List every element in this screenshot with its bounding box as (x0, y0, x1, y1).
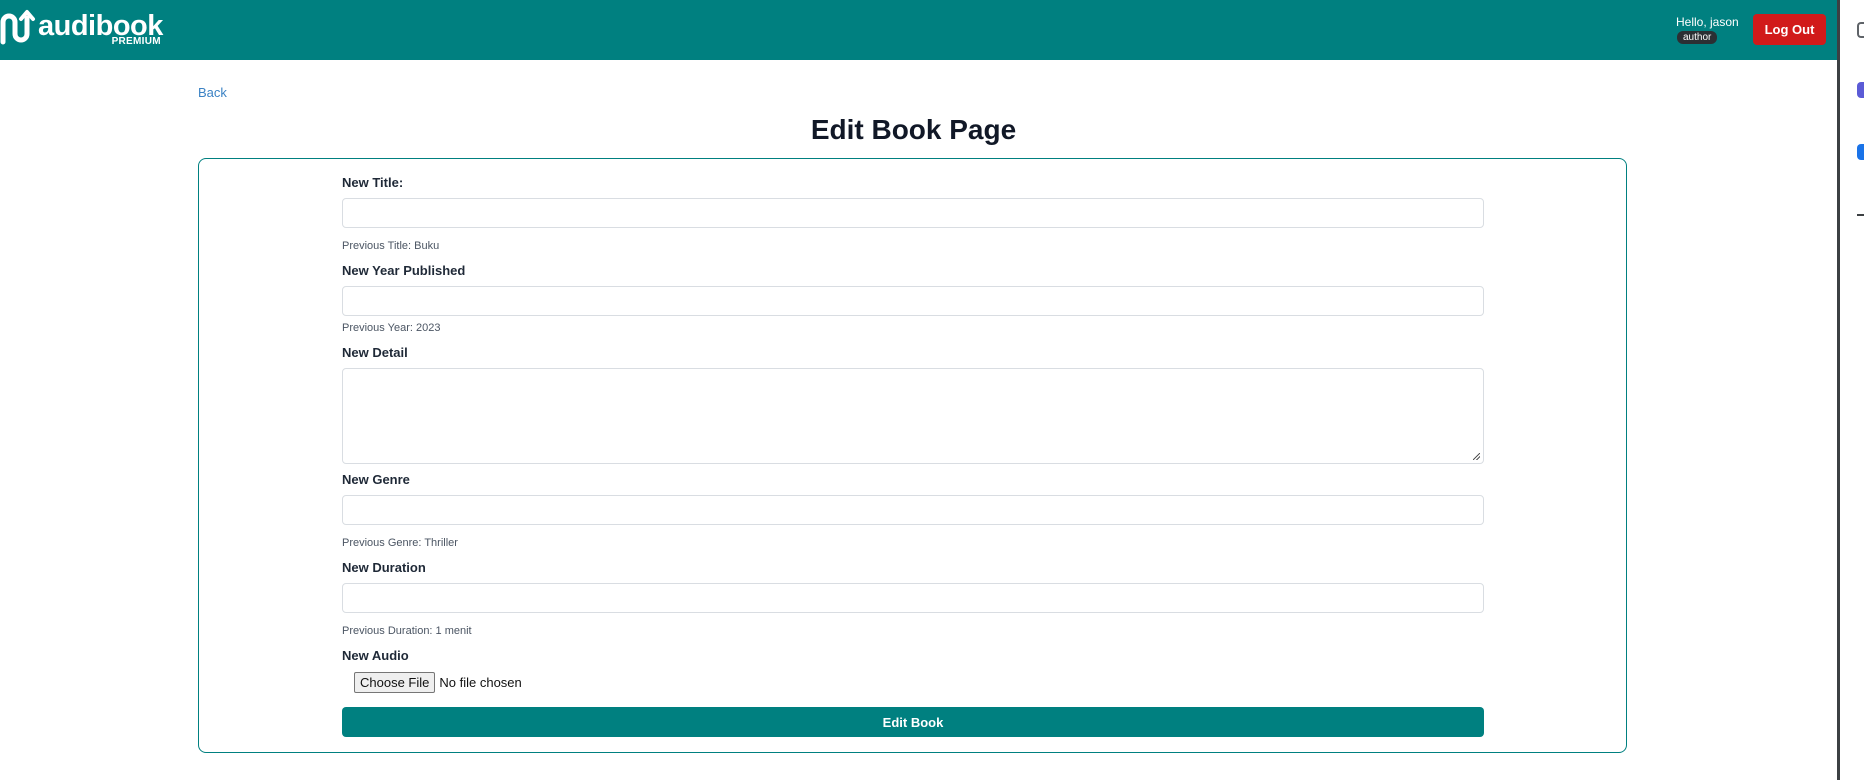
new-title-input[interactable] (342, 198, 1484, 228)
page-title: Edit Book Page (810, 114, 1017, 145)
audibook-logo[interactable]: audibook PREMIUM (0, 8, 163, 52)
side-panel-plus-icon[interactable] (1857, 214, 1864, 216)
new-detail-label: New Detail (342, 345, 408, 360)
logo-premium-label: PREMIUM (111, 36, 161, 47)
textarea-resize-handle[interactable] (1473, 453, 1480, 460)
file-status-text: No file chosen (439, 675, 522, 690)
new-title-label: New Title: (342, 175, 404, 190)
previous-duration-hint: Previous Duration: 1 menit (342, 625, 472, 637)
new-audio-label: New Audio (342, 648, 409, 663)
previous-year-hint: Previous Year: 2023 (342, 322, 441, 334)
new-detail-textarea[interactable] (342, 368, 1484, 464)
edit-book-submit-button[interactable]: Edit Book (342, 707, 1484, 737)
choose-file-button[interactable]: Choose File (354, 672, 436, 693)
new-duration-label: New Duration (342, 560, 426, 575)
new-year-input[interactable] (342, 286, 1484, 316)
logo-mark-icon (0, 8, 36, 48)
audio-file-input[interactable]: Choose File No file chosen (354, 672, 522, 693)
new-genre-label: New Genre (342, 472, 410, 487)
side-panel-purple-icon[interactable] (1857, 82, 1864, 98)
previous-title-hint: Previous Title: Buku (342, 240, 440, 252)
side-panel-divider (1837, 0, 1840, 780)
new-duration-input[interactable] (342, 583, 1484, 613)
back-link[interactable]: Back (198, 85, 227, 100)
side-panel-app-icon[interactable] (1857, 22, 1864, 38)
previous-genre-hint: Previous Genre: Thriller (342, 537, 458, 549)
browser-side-panel (1837, 0, 1864, 780)
logout-button[interactable]: Log Out (1753, 14, 1826, 45)
top-navbar: audibook PREMIUM Hello, jason author Log… (0, 0, 1837, 60)
user-greeting: Hello, jason (1676, 15, 1739, 29)
new-genre-input[interactable] (342, 495, 1484, 525)
side-panel-blue-icon[interactable] (1857, 144, 1864, 160)
new-year-label: New Year Published (342, 263, 466, 278)
user-role-badge: author (1677, 31, 1718, 44)
